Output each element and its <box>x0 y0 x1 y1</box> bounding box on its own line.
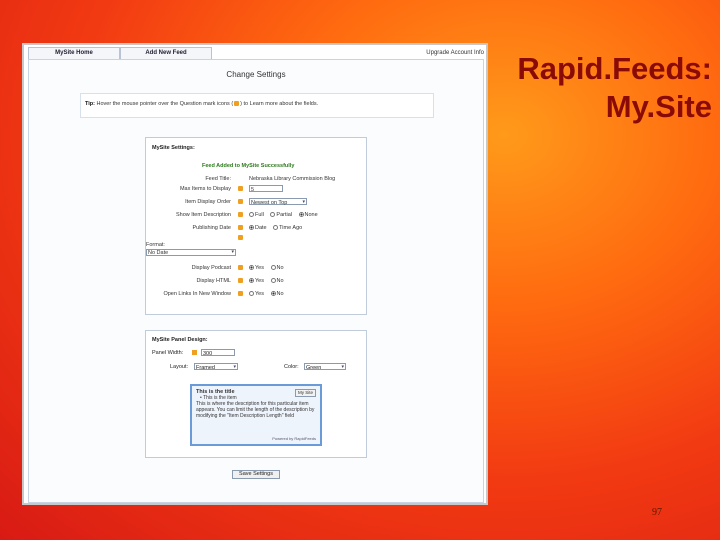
upgrade-account-link[interactable]: Upgrade Account Info <box>426 48 484 58</box>
slide-title: Rapid.Feeds: My.Site <box>517 51 712 124</box>
color-select[interactable]: Green <box>304 363 346 371</box>
newwindow-no-radio[interactable] <box>270 291 276 297</box>
max-items-row: Max Items to Display 5 <box>146 185 366 194</box>
pubdate-timeago-label: Time Ago <box>279 225 303 231</box>
display-podcast-label: Display Podcast <box>191 265 231 271</box>
html-yes-label: Yes <box>255 278 264 284</box>
panel-width-row: Panel Width: 300 <box>146 349 366 358</box>
publishing-date-row: Publishing Date Date Time Ago <box>146 224 366 233</box>
display-order-row: Item Display Order Newest on Top <box>146 198 366 207</box>
pubdate-date-label: Date <box>255 225 267 231</box>
preview-description: This is where the description for this p… <box>196 401 315 419</box>
help-icon[interactable] <box>238 212 243 217</box>
success-message: Feed Added to MySite Successfully <box>202 163 295 169</box>
help-icon[interactable] <box>238 199 243 204</box>
settings-title: MySite Settings: <box>152 145 195 151</box>
help-icon[interactable] <box>192 350 197 355</box>
desc-none-radio[interactable] <box>298 212 304 218</box>
panel-design-panel: MySite Panel Design: Panel Width: 300 La… <box>145 330 367 458</box>
help-icon[interactable] <box>238 291 243 296</box>
screenshot-window: MySite Home Add New Feed Upgrade Account… <box>22 43 488 505</box>
tip-label: Tip: <box>85 101 95 107</box>
pubdate-date-radio[interactable] <box>249 225 254 231</box>
newwindow-no-label: No <box>276 291 284 297</box>
help-icon[interactable] <box>238 225 243 230</box>
help-icon[interactable] <box>238 265 243 270</box>
open-links-label: Open Links In New Window <box>163 291 231 297</box>
podcast-no-radio[interactable] <box>270 265 276 271</box>
newwindow-yes-label: Yes <box>255 291 264 297</box>
display-podcast-row: Display Podcast Yes No <box>146 264 366 273</box>
desc-partial-radio[interactable] <box>270 212 276 218</box>
html-no-label: No <box>276 278 284 284</box>
show-description-label: Show Item Description <box>175 212 231 218</box>
newwindow-yes-radio[interactable] <box>249 291 254 297</box>
open-links-row: Open Links In New Window Yes No <box>146 290 366 299</box>
help-icon[interactable] <box>238 235 243 240</box>
podcast-yes-label: Yes <box>255 265 264 271</box>
layout-select[interactable]: Framed <box>194 363 238 371</box>
show-description-row: Show Item Description Full Partial None <box>146 211 366 220</box>
panel-preview: This is the title My Site • This is the … <box>190 384 322 446</box>
save-settings-button[interactable]: Save Settings <box>232 470 280 479</box>
page-number: 97 <box>652 507 662 518</box>
desc-full-label: Full <box>255 212 264 218</box>
tip-box: Tip: Hover the mouse pointer over the Qu… <box>80 93 434 118</box>
pubdate-timeago-radio[interactable] <box>273 225 279 231</box>
html-yes-radio[interactable] <box>249 278 254 284</box>
tip-text-before: Hover the mouse pointer over the Questio… <box>96 101 234 107</box>
max-items-label: Max Items to Display <box>179 186 231 192</box>
design-title: MySite Panel Design: <box>152 337 208 343</box>
display-order-select[interactable]: Newest on Top <box>249 198 307 206</box>
publishing-date-label: Publishing Date <box>192 225 231 231</box>
format-select[interactable]: No Date <box>146 249 236 256</box>
format-field: Format: No Date <box>146 242 236 256</box>
panel-width-input[interactable]: 300 <box>201 349 235 357</box>
tab-mysite-home[interactable]: MySite Home <box>28 47 120 59</box>
feed-title-value: Nebraska Library Commission Blog <box>249 176 336 182</box>
help-icon <box>234 101 240 107</box>
preview-mysite-button[interactable]: My Site <box>294 389 316 397</box>
tab-bar: MySite Home Add New Feed Upgrade Account… <box>28 47 484 59</box>
preview-footer: Powered by RapidFeeds <box>272 436 316 441</box>
desc-partial-label: Partial <box>276 212 292 218</box>
layout-label: Layout: <box>170 364 189 370</box>
desc-none-label: None <box>304 212 318 218</box>
color-label: Color: <box>284 364 299 370</box>
feed-title-label: Feed Title: <box>205 176 231 182</box>
display-html-label: Display HTML <box>196 278 231 284</box>
tip-text-after: ) to Learn more about the fields. <box>240 101 319 107</box>
settings-content: Change Settings Tip: Hover the mouse poi… <box>28 59 484 503</box>
help-icon[interactable] <box>238 186 243 191</box>
page-heading: Change Settings <box>226 70 286 79</box>
format-label: Format: <box>146 242 165 248</box>
html-no-radio[interactable] <box>270 278 276 284</box>
podcast-yes-radio[interactable] <box>249 265 254 271</box>
feed-title-row: Feed Title: Nebraska Library Commission … <box>146 175 366 184</box>
desc-full-radio[interactable] <box>249 212 254 218</box>
podcast-no-label: No <box>276 265 284 271</box>
display-order-label: Item Display Order <box>185 199 231 205</box>
max-items-input[interactable]: 5 <box>249 185 283 193</box>
tab-add-new-feed[interactable]: Add New Feed <box>120 47 212 59</box>
panel-width-label: Panel Width: <box>152 350 184 356</box>
help-icon[interactable] <box>238 278 243 283</box>
layout-color-row: Layout: Framed Color: Green <box>146 363 366 372</box>
mysite-settings-panel: MySite Settings: Feed Added to MySite Su… <box>145 137 367 315</box>
display-html-row: Display HTML Yes No <box>146 277 366 286</box>
